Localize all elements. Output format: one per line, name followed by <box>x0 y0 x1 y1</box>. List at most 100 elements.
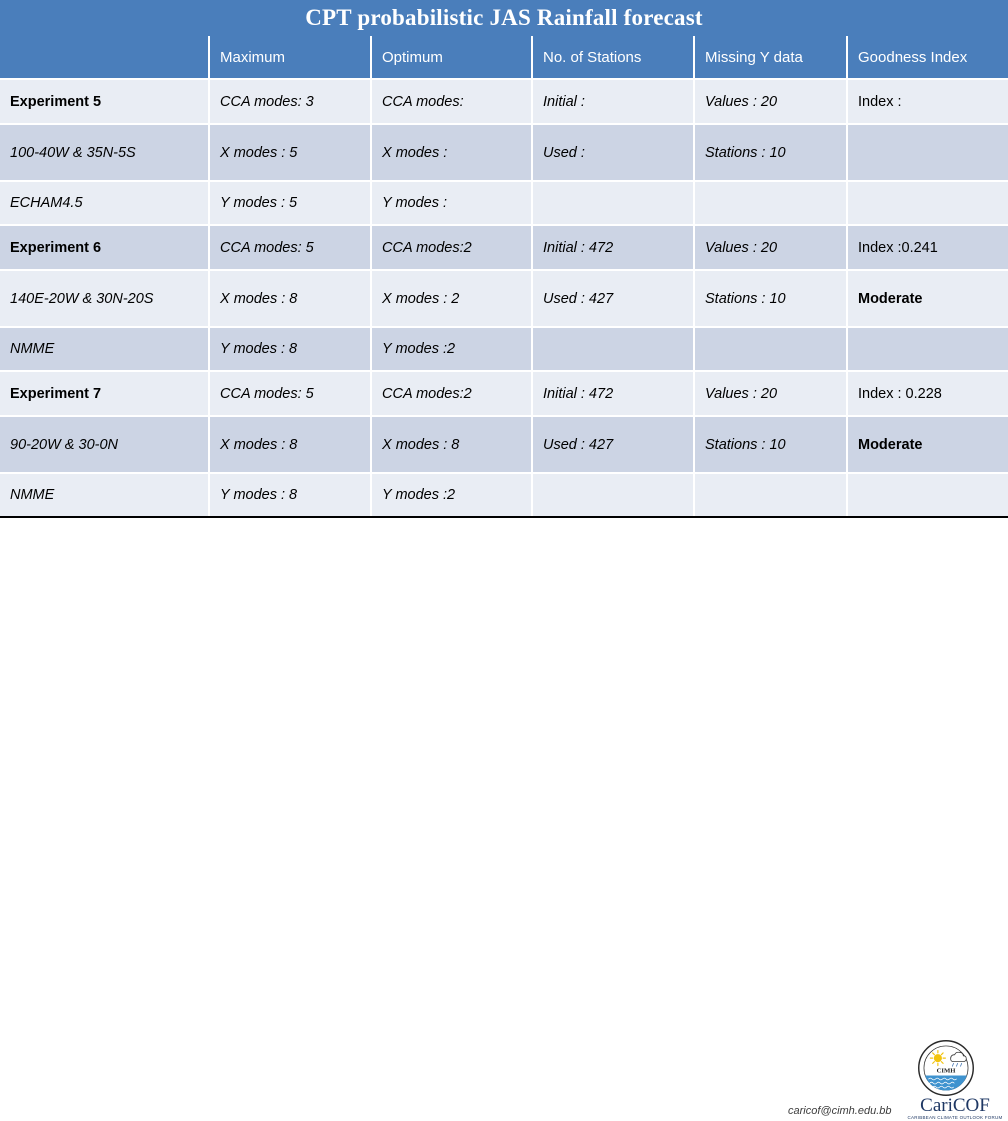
domain-label: 100-40W & 35N-5S <box>10 144 136 161</box>
caricof-logo: CariCOF CARIBBEAN CLIMATE OUTLOOK FORUM <box>905 1096 1005 1121</box>
missing-value: Values : 20 <box>705 385 778 402</box>
maximum-value: Y modes : 8 <box>220 487 298 503</box>
optimum-value: X modes : <box>382 144 448 161</box>
table-row: Experiment 5 CCA modes: 3 CCA modes: Ini… <box>0 79 1008 125</box>
missing-value: Values : 20 <box>705 239 778 256</box>
table-row: Experiment 7 CCA modes: 5 CCA modes:2 In… <box>0 370 1008 417</box>
goodness-rating: Moderate <box>858 290 923 307</box>
missing-value: Stations : 10 <box>705 436 786 453</box>
cell-experiment-name: Experiment 5 <box>0 79 210 125</box>
domain-label: 90-20W & 30-0N <box>10 436 118 453</box>
cell-maximum: X modes : 8 <box>209 270 372 328</box>
table-row: NMME Y modes : 8 Y modes :2 <box>0 473 1008 518</box>
maximum-value: Y modes : 8 <box>220 341 298 357</box>
maximum-value: CCA modes: 5 <box>220 239 314 256</box>
optimum-value: CCA modes:2 <box>382 385 472 402</box>
cell-goodness-index <box>847 124 1008 182</box>
table-body: Experiment 5 CCA modes: 3 CCA modes: Ini… <box>0 79 1008 518</box>
stations-value: Used : <box>543 144 585 161</box>
optimum-value: Y modes :2 <box>382 487 456 503</box>
table-header: Maximum Optimum No. of Stations Missing … <box>0 36 1008 80</box>
maximum-value: CCA modes: 5 <box>220 385 314 402</box>
cell-model: NMME <box>0 327 210 372</box>
maximum-value: X modes : 8 <box>220 436 298 453</box>
caricof-tagline: CARIBBEAN CLIMATE OUTLOOK FORUM <box>907 1115 1003 1120</box>
cell-no-of-stations: Initial : <box>532 79 695 125</box>
cell-goodness-index <box>847 327 1008 372</box>
cell-missing-y-data <box>694 327 848 372</box>
cell-domain: 140E-20W & 30N-20S <box>0 270 210 328</box>
cell-optimum: Y modes :2 <box>371 327 533 372</box>
maximum-value: CCA modes: 3 <box>220 93 314 110</box>
missing-value: Stations : 10 <box>705 290 786 307</box>
missing-value: Stations : 10 <box>705 144 786 161</box>
cimh-seal-label: CIMH <box>937 1068 957 1075</box>
cell-optimum: X modes : 8 <box>371 416 533 474</box>
cimh-logo-icon: CIMH <box>918 1040 974 1096</box>
optimum-value: CCA modes: <box>382 93 464 110</box>
cell-maximum: Y modes : 5 <box>209 181 372 226</box>
page-title: CPT probabilistic JAS Rainfall forecast <box>305 5 703 30</box>
cell-no-of-stations <box>532 473 695 518</box>
cell-missing-y-data: Values : 20 <box>694 79 848 125</box>
maximum-value: Y modes : 5 <box>220 195 298 211</box>
cell-missing-y-data: Values : 20 <box>694 370 848 417</box>
cell-no-of-stations <box>532 327 695 372</box>
cell-goodness-index <box>847 181 1008 226</box>
stations-value: Initial : <box>543 93 585 110</box>
experiment-label: Experiment 7 <box>10 385 102 402</box>
cell-goodness-index: Index : 0.228 <box>847 370 1008 417</box>
cell-optimum: CCA modes: <box>371 79 533 125</box>
cell-model: NMME <box>0 473 210 518</box>
missing-value: Values : 20 <box>705 93 778 110</box>
cell-goodness-index: Index :0.241 <box>847 224 1008 271</box>
caricof-wordmark: CariCOF <box>920 1095 990 1116</box>
cell-maximum: Y modes : 8 <box>209 473 372 518</box>
slide-title-bar: CPT probabilistic JAS Rainfall forecast <box>0 0 1008 36</box>
contact-email: caricof@cimh.edu.bb <box>788 1105 892 1117</box>
table-row: 140E-20W & 30N-20S X modes : 8 X modes :… <box>0 270 1008 328</box>
stations-value: Used : 427 <box>543 290 614 307</box>
cell-maximum: CCA modes: 3 <box>209 79 372 125</box>
optimum-value: X modes : 8 <box>382 436 460 453</box>
cell-missing-y-data: Values : 20 <box>694 224 848 271</box>
column-header-goodness-index: Goodness Index <box>847 36 1008 80</box>
optimum-value: CCA modes:2 <box>382 239 472 256</box>
cell-domain: 100-40W & 35N-5S <box>0 124 210 182</box>
cell-no-of-stations: Initial : 472 <box>532 370 695 417</box>
stations-value: Initial : 472 <box>543 385 614 402</box>
table-row: Experiment 6 CCA modes: 5 CCA modes:2 In… <box>0 224 1008 271</box>
optimum-value: Y modes : <box>382 195 448 211</box>
cell-goodness-index <box>847 473 1008 518</box>
experiment-label: Experiment 5 <box>10 93 102 110</box>
cell-optimum: CCA modes:2 <box>371 370 533 417</box>
model-label: NMME <box>10 487 55 503</box>
cell-missing-y-data <box>694 473 848 518</box>
cell-no-of-stations: Used : 427 <box>532 416 695 474</box>
cell-optimum: Y modes : <box>371 181 533 226</box>
optimum-value: X modes : 2 <box>382 290 460 307</box>
experiments-table: Maximum Optimum No. of Stations Missing … <box>0 36 1008 518</box>
cell-optimum: X modes : <box>371 124 533 182</box>
cell-experiment-name: Experiment 7 <box>0 370 210 417</box>
model-label: ECHAM4.5 <box>10 195 83 211</box>
table-header-row: Maximum Optimum No. of Stations Missing … <box>0 36 1008 80</box>
goodness-value: Index : 0.228 <box>858 385 942 402</box>
stations-value: Initial : 472 <box>543 239 614 256</box>
cell-missing-y-data: Stations : 10 <box>694 124 848 182</box>
cell-domain: 90-20W & 30-0N <box>0 416 210 474</box>
table-row: 100-40W & 35N-5S X modes : 5 X modes : U… <box>0 124 1008 182</box>
maximum-value: X modes : 5 <box>220 144 298 161</box>
domain-label: 140E-20W & 30N-20S <box>10 290 154 307</box>
column-header-blank <box>0 36 210 80</box>
cell-maximum: CCA modes: 5 <box>209 224 372 271</box>
optimum-value: Y modes :2 <box>382 341 456 357</box>
cell-maximum: Y modes : 8 <box>209 327 372 372</box>
cell-optimum: Y modes :2 <box>371 473 533 518</box>
cell-no-of-stations <box>532 181 695 226</box>
cell-optimum: CCA modes:2 <box>371 224 533 271</box>
column-header-no-of-stations: No. of Stations <box>532 36 695 80</box>
cell-maximum: X modes : 8 <box>209 416 372 474</box>
goodness-rating: Moderate <box>858 436 923 453</box>
column-header-maximum: Maximum <box>209 36 372 80</box>
